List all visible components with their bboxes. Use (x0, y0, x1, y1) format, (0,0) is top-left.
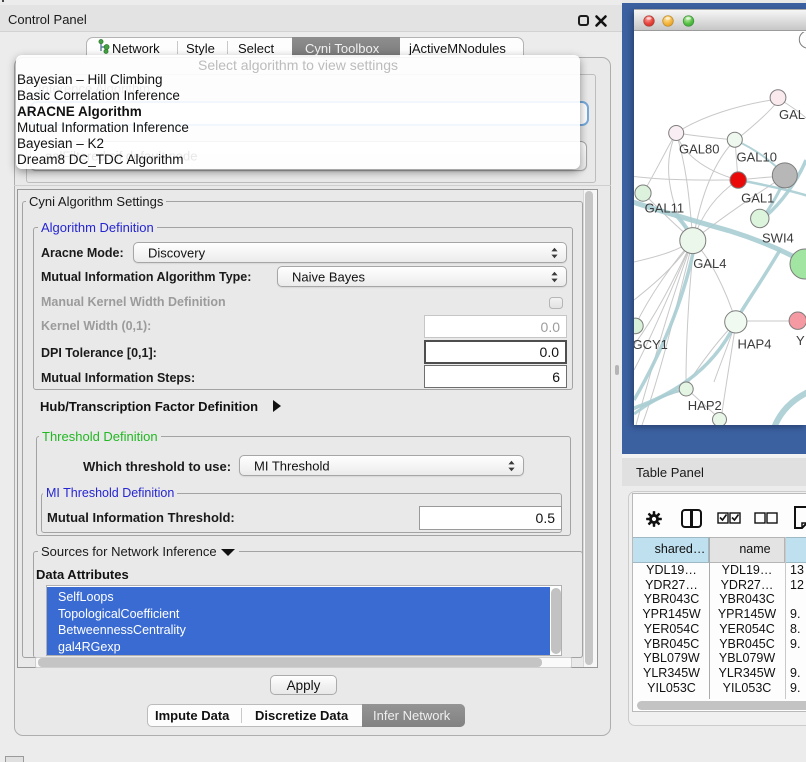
svg-text:GAL1: GAL1 (741, 191, 774, 206)
svg-text:GAL4: GAL4 (693, 256, 726, 271)
svg-text:Y: Y (796, 333, 805, 348)
svg-text:HAP4: HAP4 (738, 337, 772, 352)
svg-text:HAP2: HAP2 (688, 398, 722, 413)
svg-text:GAL80: GAL80 (679, 142, 719, 157)
svg-text:GAL: GAL (779, 107, 805, 122)
svg-text:GAL11: GAL11 (645, 201, 685, 216)
svg-text:GCY1: GCY1 (634, 337, 668, 352)
svg-text:GAL10: GAL10 (737, 150, 777, 165)
svg-text:SWI4: SWI4 (762, 231, 794, 246)
